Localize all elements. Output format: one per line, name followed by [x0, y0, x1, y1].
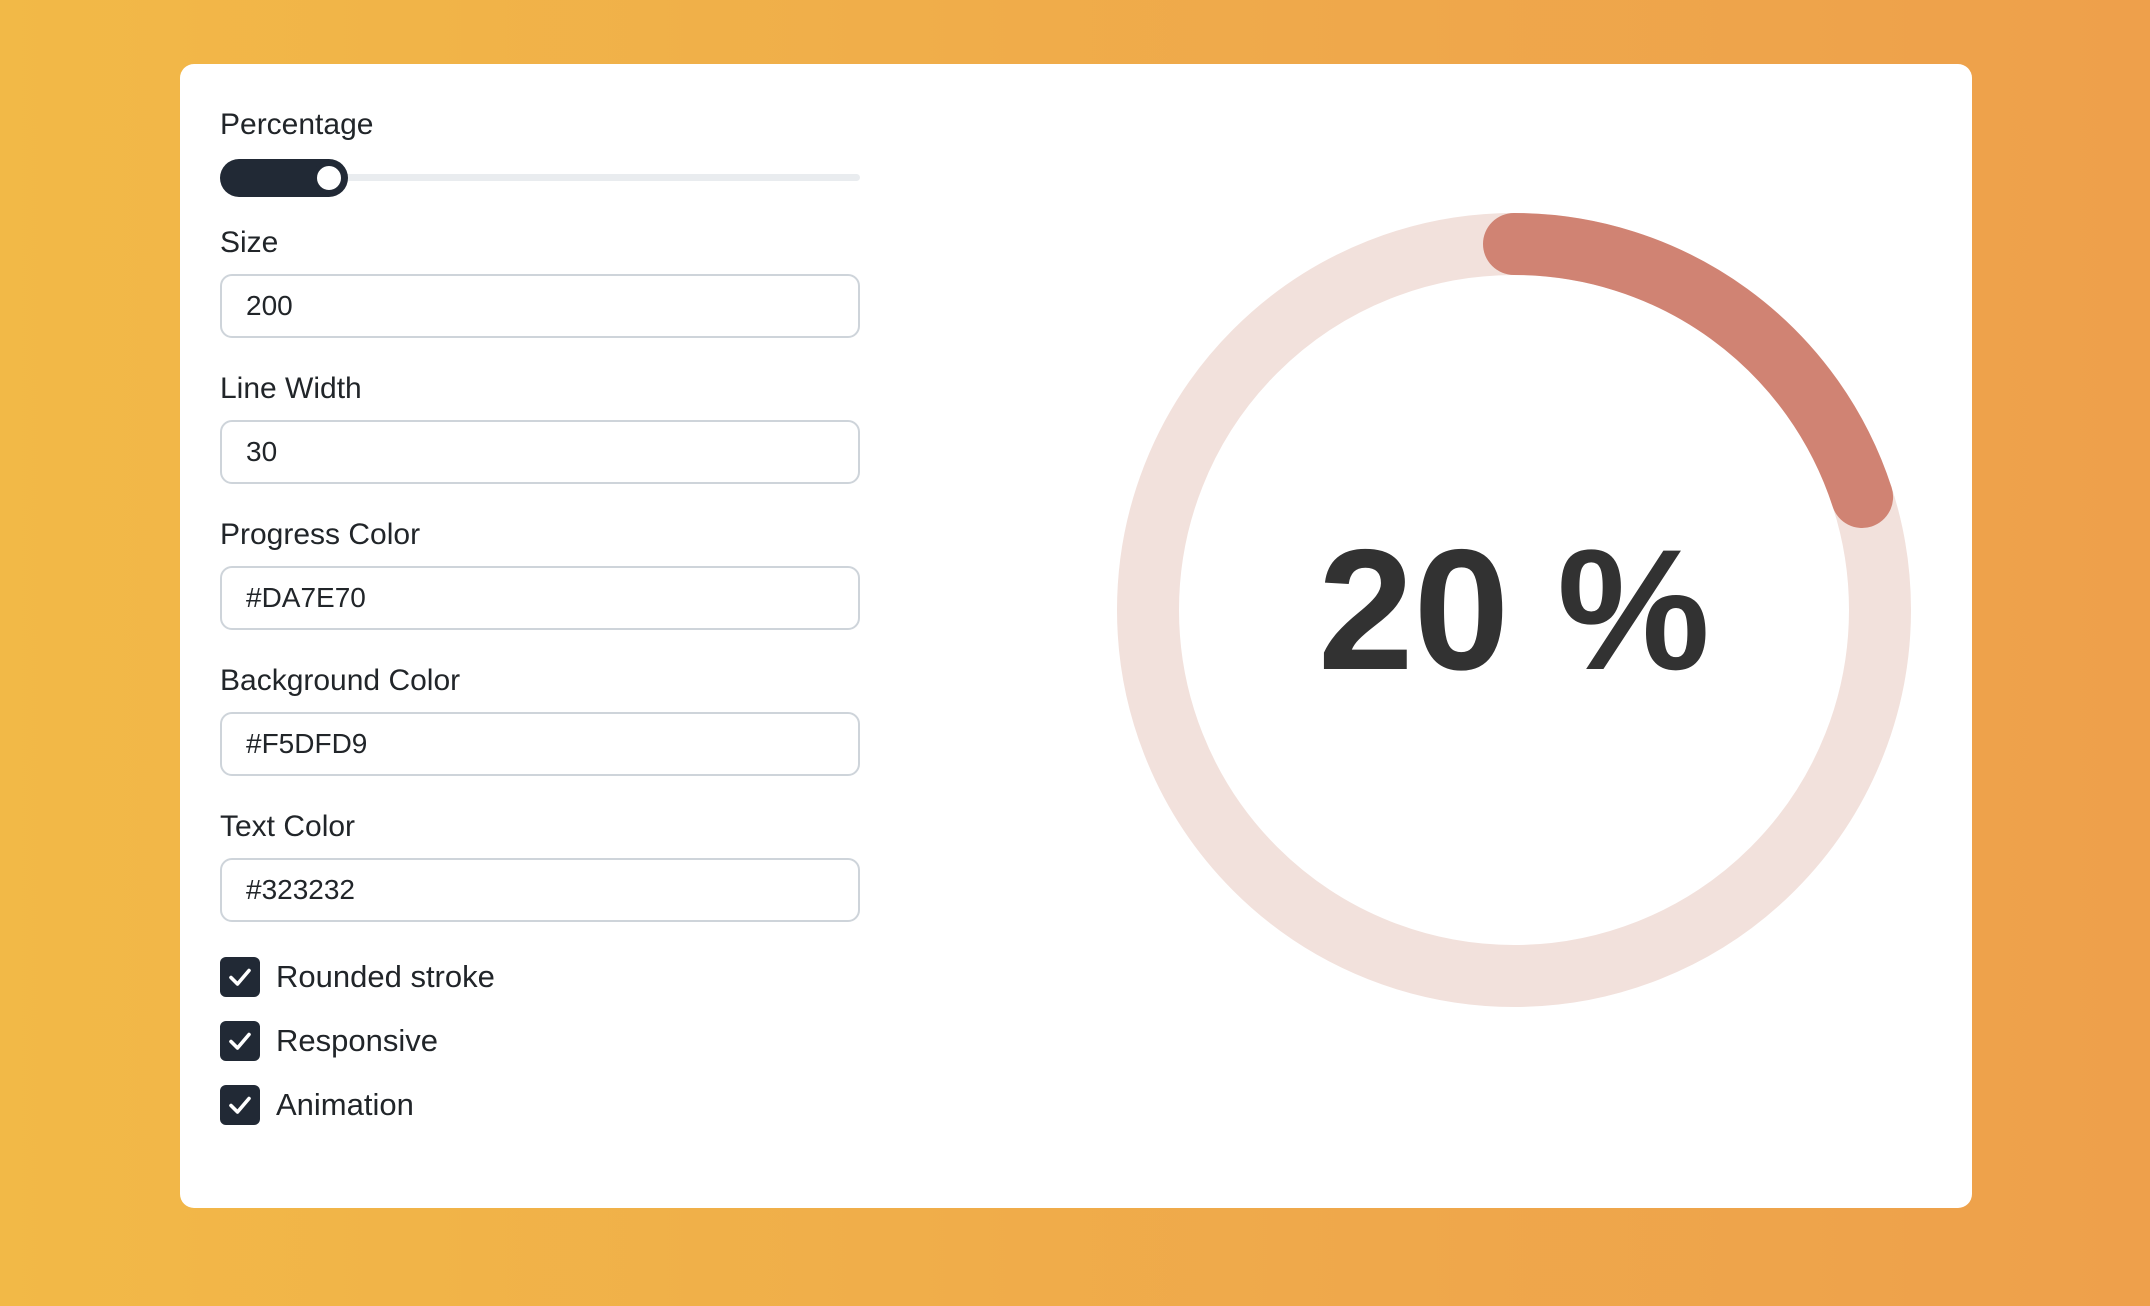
size-label: Size	[220, 226, 279, 259]
responsive-checkbox[interactable]	[220, 1021, 260, 1061]
line-width-label: Line Width	[220, 372, 362, 405]
rounded-stroke-label: Rounded stroke	[276, 959, 495, 994]
percentage-slider[interactable]	[220, 156, 860, 200]
rounded-stroke-option[interactable]: Rounded stroke	[220, 956, 860, 998]
check-icon	[229, 968, 251, 986]
progress-color-label: Progress Color	[220, 518, 421, 551]
background-color-label: Background Color	[220, 664, 461, 697]
animation-checkbox[interactable]	[220, 1085, 260, 1125]
check-icon	[229, 1096, 251, 1114]
animation-label: Animation	[276, 1087, 414, 1122]
progress-color-input[interactable]	[220, 566, 860, 630]
rounded-stroke-checkbox[interactable]	[220, 957, 260, 997]
size-input[interactable]	[220, 274, 860, 338]
circular-progress: 20 %	[1116, 212, 1912, 1008]
options-list: Rounded stroke Responsive Animation	[220, 956, 860, 1126]
line-width-input[interactable]	[220, 420, 860, 484]
text-color-label: Text Color	[220, 810, 356, 843]
responsive-option[interactable]: Responsive	[220, 1020, 860, 1062]
percentage-label: Percentage	[220, 108, 374, 141]
slider-thumb[interactable]	[312, 161, 346, 195]
animation-option[interactable]: Animation	[220, 1084, 860, 1126]
controls-panel: Percentage Size Line Width Progress Colo…	[220, 108, 860, 1148]
text-color-input[interactable]	[220, 858, 860, 922]
check-icon	[229, 1032, 251, 1050]
percentage-display: 20 %	[1317, 514, 1711, 706]
responsive-label: Responsive	[276, 1023, 438, 1058]
settings-card: Percentage Size Line Width Progress Colo…	[180, 64, 1972, 1208]
background-color-input[interactable]	[220, 712, 860, 776]
